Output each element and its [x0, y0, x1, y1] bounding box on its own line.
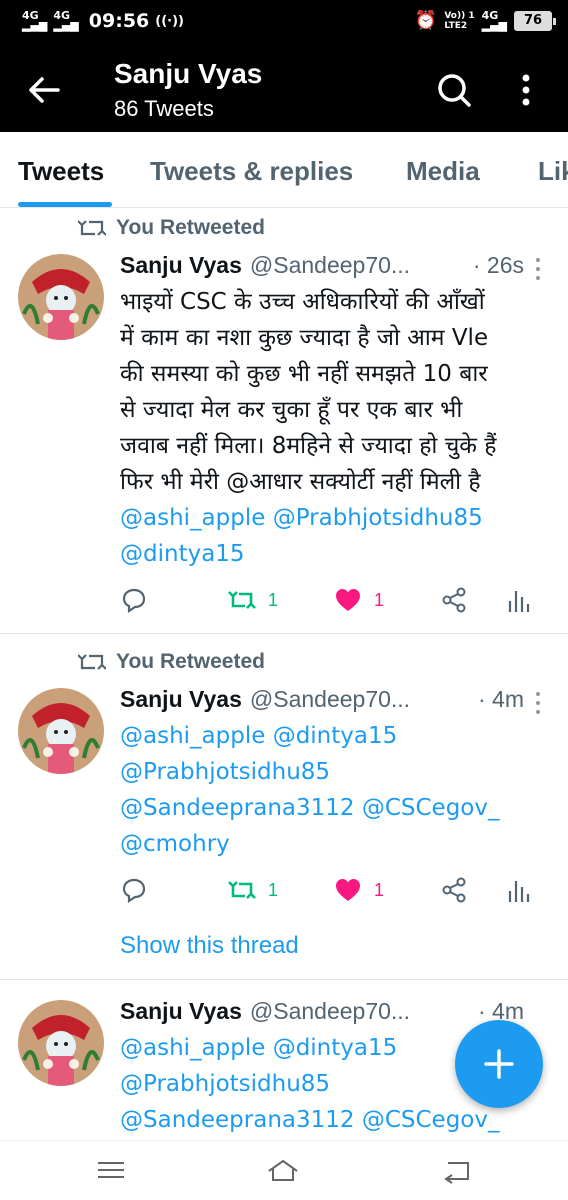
- author-name[interactable]: Sanju Vyas: [120, 686, 242, 713]
- reply-button[interactable]: [120, 586, 148, 614]
- author-handle[interactable]: @Sandeep70...: [250, 998, 410, 1025]
- mention-link[interactable]: @dintya15: [120, 536, 550, 572]
- signal-indicator-3: 4G ▂▄▆: [481, 8, 507, 32]
- hotspot-icon: ((·)): [155, 13, 184, 29]
- search-icon[interactable]: [434, 70, 474, 110]
- retweet-count: 1: [268, 879, 279, 900]
- avatar[interactable]: [18, 254, 104, 340]
- author-name[interactable]: Sanju Vyas: [120, 252, 242, 279]
- retweet-icon: [228, 881, 256, 899]
- retweet-icon: [228, 591, 256, 609]
- retweet-label: You Retweeted: [116, 216, 265, 239]
- tweet-text: भाइयों CSC के उच्च अधिकारियों की आँखों म…: [120, 284, 550, 572]
- author-handle[interactable]: @Sandeep70...: [250, 686, 410, 713]
- alarm-icon: ⏰: [414, 10, 438, 31]
- tweet-text-line: में काम का नशा कुछ ज्यादा है जो आम Vle: [120, 325, 489, 351]
- avatar[interactable]: [18, 688, 104, 774]
- like-count: 1: [374, 879, 385, 900]
- system-navigation-bar: [0, 1140, 568, 1200]
- tweet-text-line: जवाब नहीं मिला। 8महिने से ज्यादा हो चुके…: [120, 433, 497, 459]
- mention-link[interactable]: @Sandeeprana3112 @CSCegov_: [120, 790, 550, 826]
- status-bar: 4G ▂▄▆ 4G ▂▄▆ 09:56 ((·)) ⏰ Vo)) 1 LTE2 4G ▂…: [0, 0, 568, 44]
- like-button[interactable]: 1: [334, 586, 384, 614]
- mention-link[interactable]: @cmohry: [120, 826, 550, 862]
- like-button[interactable]: 1: [334, 876, 384, 904]
- volte-indicator: Vo)) 1 LTE2: [444, 10, 475, 31]
- heart-filled-icon: [336, 589, 360, 611]
- tweet-card[interactable]: You Retweeted Sanju Vyas @Sandeep70... ·…: [0, 634, 568, 980]
- tweet-count: 86 Tweets: [114, 96, 214, 121]
- retweet-label: You Retweeted: [116, 650, 265, 673]
- tweet-header: Sanju Vyas @Sandeep70... · 26s: [120, 252, 544, 279]
- tweet-options-icon[interactable]: [534, 690, 542, 716]
- tweet-header: Sanju Vyas @Sandeep70... · 4m: [120, 686, 544, 713]
- reply-icon: [122, 878, 146, 904]
- retweet-context: You Retweeted: [78, 216, 265, 240]
- analytics-icon: [508, 881, 530, 902]
- tab-tweets[interactable]: Tweets: [18, 156, 104, 187]
- mention-link[interactable]: @ashi_apple @Prabhjotsidhu85: [120, 500, 550, 536]
- avatar[interactable]: [18, 1000, 104, 1086]
- compose-tweet-button[interactable]: [455, 1020, 543, 1108]
- retweet-button[interactable]: 1: [228, 586, 278, 614]
- author-name[interactable]: Sanju Vyas: [120, 998, 242, 1025]
- avatar-image: [18, 688, 104, 774]
- profile-tabs: Tweets Tweets & replies Media Lik: [0, 132, 568, 208]
- back-arrow-icon[interactable]: [24, 72, 64, 108]
- share-icon: [442, 877, 466, 903]
- tweet-text-line: से ज्यादा मेल कर चुका हूँ पर एक बार भी: [120, 397, 463, 423]
- active-tab-indicator: [18, 202, 112, 207]
- mention-link[interactable]: @ashi_apple @dintya15: [120, 718, 550, 754]
- retweet-count: 1: [268, 589, 279, 610]
- tweet-text: @ashi_apple @dintya15 @Prabhjotsidhu85 @…: [120, 718, 550, 862]
- tweet-options-icon[interactable]: [534, 256, 542, 282]
- signal-indicator-1: 4G ▂▄▆: [22, 9, 48, 32]
- analytics-icon: [508, 591, 530, 612]
- avatar-image: [18, 254, 104, 340]
- profile-name: Sanju Vyas: [114, 58, 263, 89]
- like-count: 1: [374, 589, 385, 610]
- share-button[interactable]: [440, 586, 468, 614]
- retweet-context: You Retweeted: [78, 650, 265, 674]
- tweet-actions: 1 1: [120, 876, 540, 906]
- tweet-actions: 1 1: [120, 586, 540, 616]
- tab-tweets-replies[interactable]: Tweets & replies: [150, 156, 353, 187]
- retweet-small-icon: [78, 654, 106, 670]
- tab-likes[interactable]: Lik: [538, 156, 568, 187]
- avatar-image: [18, 1000, 104, 1086]
- back-icon[interactable]: [440, 1155, 474, 1185]
- tweet-text-line: फिर भी मेरी @आधार सक्योर्टी नहीं मिली है: [120, 469, 481, 495]
- home-icon[interactable]: [266, 1155, 300, 1185]
- mention-link[interactable]: @Sandeeprana3112 @CSCegov_: [120, 1102, 550, 1138]
- plus-icon: [484, 1049, 514, 1079]
- retweet-small-icon: [78, 220, 106, 236]
- profile-header: Sanju Vyas 86 Tweets: [0, 44, 568, 132]
- retweet-button[interactable]: 1: [228, 876, 278, 904]
- share-button[interactable]: [440, 876, 468, 904]
- heart-filled-icon: [336, 879, 360, 901]
- tweet-text-line: की समस्या को कुछ भी नहीं समझते 10 बार: [120, 361, 488, 387]
- menu-icon[interactable]: [94, 1155, 128, 1185]
- signal-indicator-2: 4G ▂▄▆: [53, 9, 79, 32]
- tab-media[interactable]: Media: [406, 156, 480, 187]
- tweet-card[interactable]: You Retweeted Sanju Vyas @Sandeep70... ·…: [0, 208, 568, 634]
- more-vertical-icon[interactable]: [514, 70, 538, 110]
- reply-icon: [122, 588, 146, 614]
- show-thread-link[interactable]: Show this thread: [120, 932, 299, 960]
- reply-button[interactable]: [120, 876, 148, 904]
- analytics-button[interactable]: [504, 586, 532, 614]
- battery-indicator: 76: [514, 10, 556, 31]
- tweet-header: Sanju Vyas @Sandeep70... · 4m: [120, 998, 544, 1025]
- clock: 09:56: [88, 10, 150, 32]
- tweet-text-line: भाइयों CSC के उच्च अधिकारियों की आँखों: [120, 289, 485, 315]
- mention-link[interactable]: @Prabhjotsidhu85: [120, 754, 550, 790]
- analytics-button[interactable]: [504, 876, 532, 904]
- share-icon: [442, 587, 466, 613]
- author-handle[interactable]: @Sandeep70...: [250, 252, 410, 279]
